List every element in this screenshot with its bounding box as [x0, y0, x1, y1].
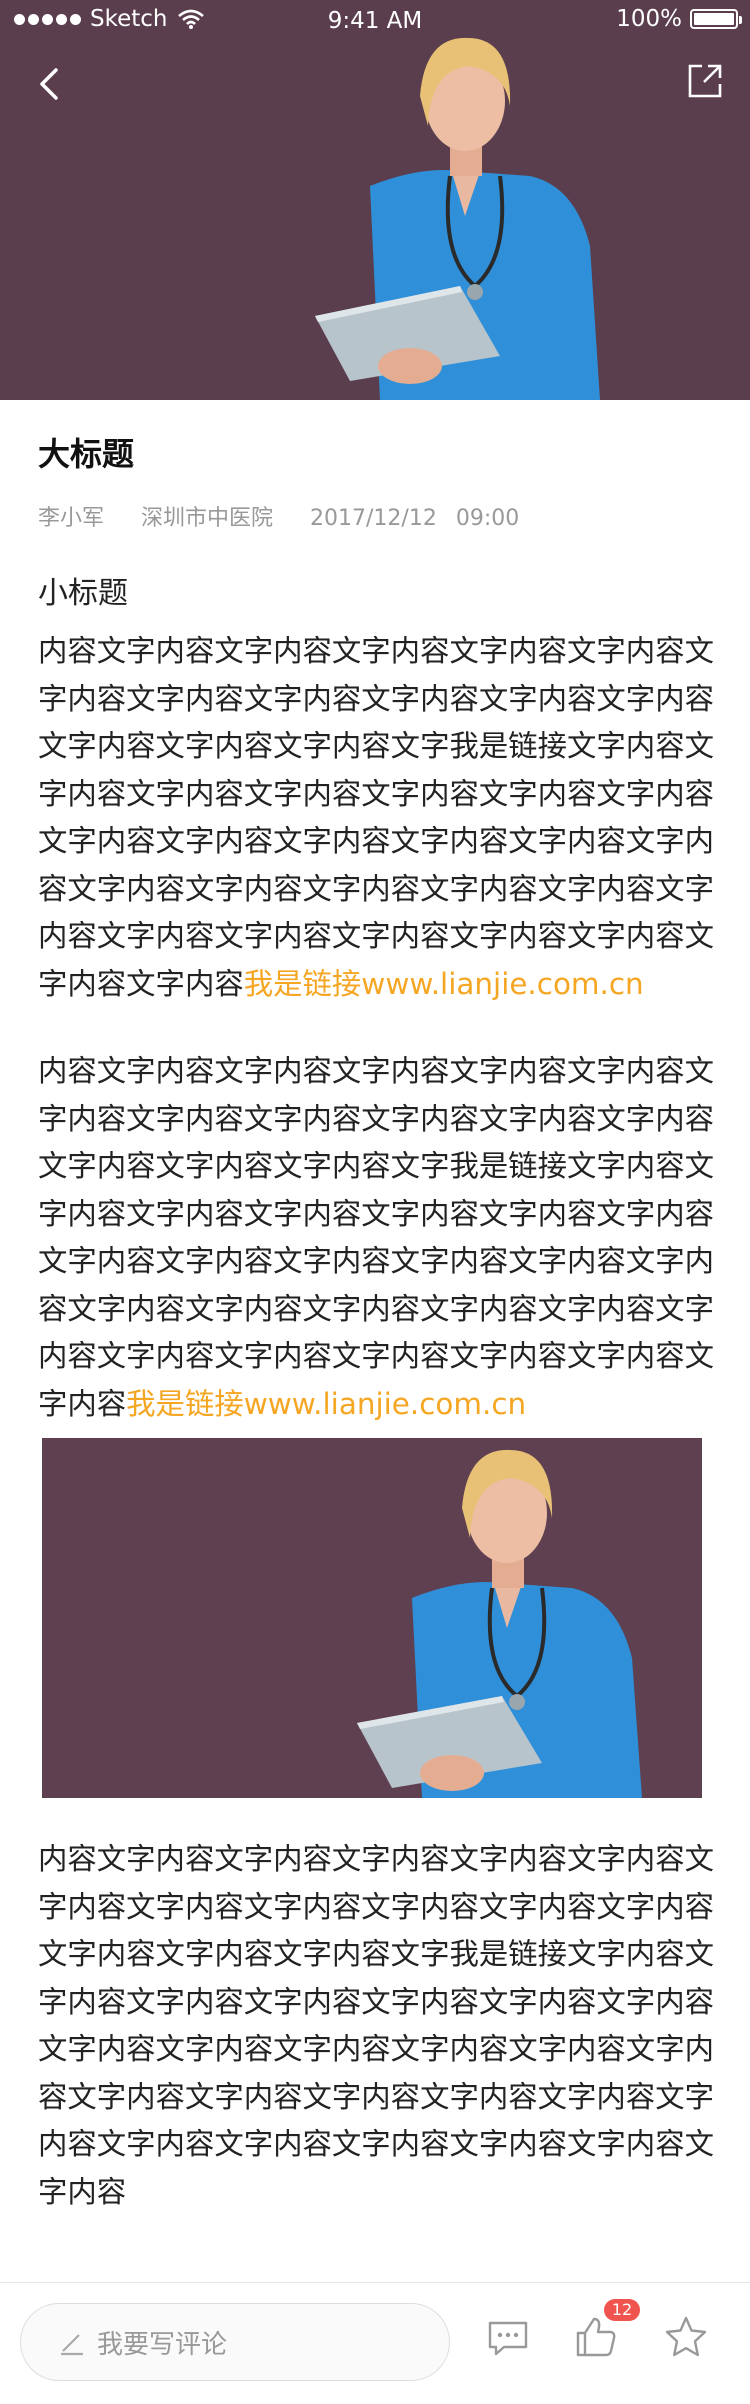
- article-page: Sketch 9:41 AM 100% 大标题 李小军 深圳市中医院 2017/…: [0, 0, 750, 2404]
- hospital-name: 深圳市中医院: [141, 506, 274, 531]
- article-paragraph: 内容文字内容文字内容文字内容文字内容文字内容文字内容文字内容文字内容文字内容文字…: [38, 628, 718, 1008]
- back-button[interactable]: [28, 62, 72, 106]
- like-count-badge: 12: [604, 2299, 640, 2321]
- article-link[interactable]: 我是链接www.lianjie.com.cn: [126, 1387, 526, 1421]
- paragraph-text: 内容文字内容文字内容文字内容文字内容文字内容文字内容文字内容文字内容文字内容文字…: [38, 1842, 714, 2209]
- comment-placeholder: 我要写评论: [97, 2329, 228, 2360]
- article-image[interactable]: [42, 1438, 702, 1798]
- publish-date: 2017/12/12: [310, 506, 437, 531]
- article-title: 大标题: [38, 435, 135, 473]
- star-icon[interactable]: [662, 2313, 710, 2361]
- nurse-photo: [315, 37, 600, 400]
- hero-banner: Sketch 9:41 AM 100%: [0, 0, 750, 400]
- comment-input[interactable]: 我要写评论: [20, 2303, 450, 2381]
- paragraph-text: 内容文字内容文字内容文字内容文字内容文字内容文字内容文字内容文字内容文字内容文字…: [38, 634, 714, 1001]
- status-right: 100%: [616, 6, 742, 32]
- author-name: 李小军: [38, 506, 105, 531]
- comment-icon[interactable]: [484, 2313, 532, 2361]
- share-button[interactable]: [684, 60, 726, 102]
- nurse-photo: [357, 1449, 642, 1798]
- article-link[interactable]: 我是链接www.lianjie.com.cn: [244, 967, 644, 1001]
- pencil-icon: [61, 2334, 83, 2356]
- article-meta: 李小军 深圳市中医院 2017/12/12 09:00: [38, 504, 718, 534]
- article-subtitle: 小标题: [38, 576, 128, 611]
- article-body: 大标题 李小军 深圳市中医院 2017/12/12 09:00 小标题 内容文字…: [38, 400, 718, 2216]
- article-paragraph: 内容文字内容文字内容文字内容文字内容文字内容文字内容文字内容文字内容文字内容文字…: [38, 1836, 718, 2216]
- bottom-action-bar: 我要写评论 12: [0, 2282, 750, 2404]
- publish-time: 09:00: [455, 506, 520, 531]
- article-paragraph: 内容文字内容文字内容文字内容文字内容文字内容文字内容文字内容文字内容文字内容文字…: [38, 1048, 718, 1428]
- battery-icon: [690, 9, 742, 29]
- paragraph-text: 内容文字内容文字内容文字内容文字内容文字内容文字内容文字内容文字内容文字内容文字…: [38, 1054, 714, 1421]
